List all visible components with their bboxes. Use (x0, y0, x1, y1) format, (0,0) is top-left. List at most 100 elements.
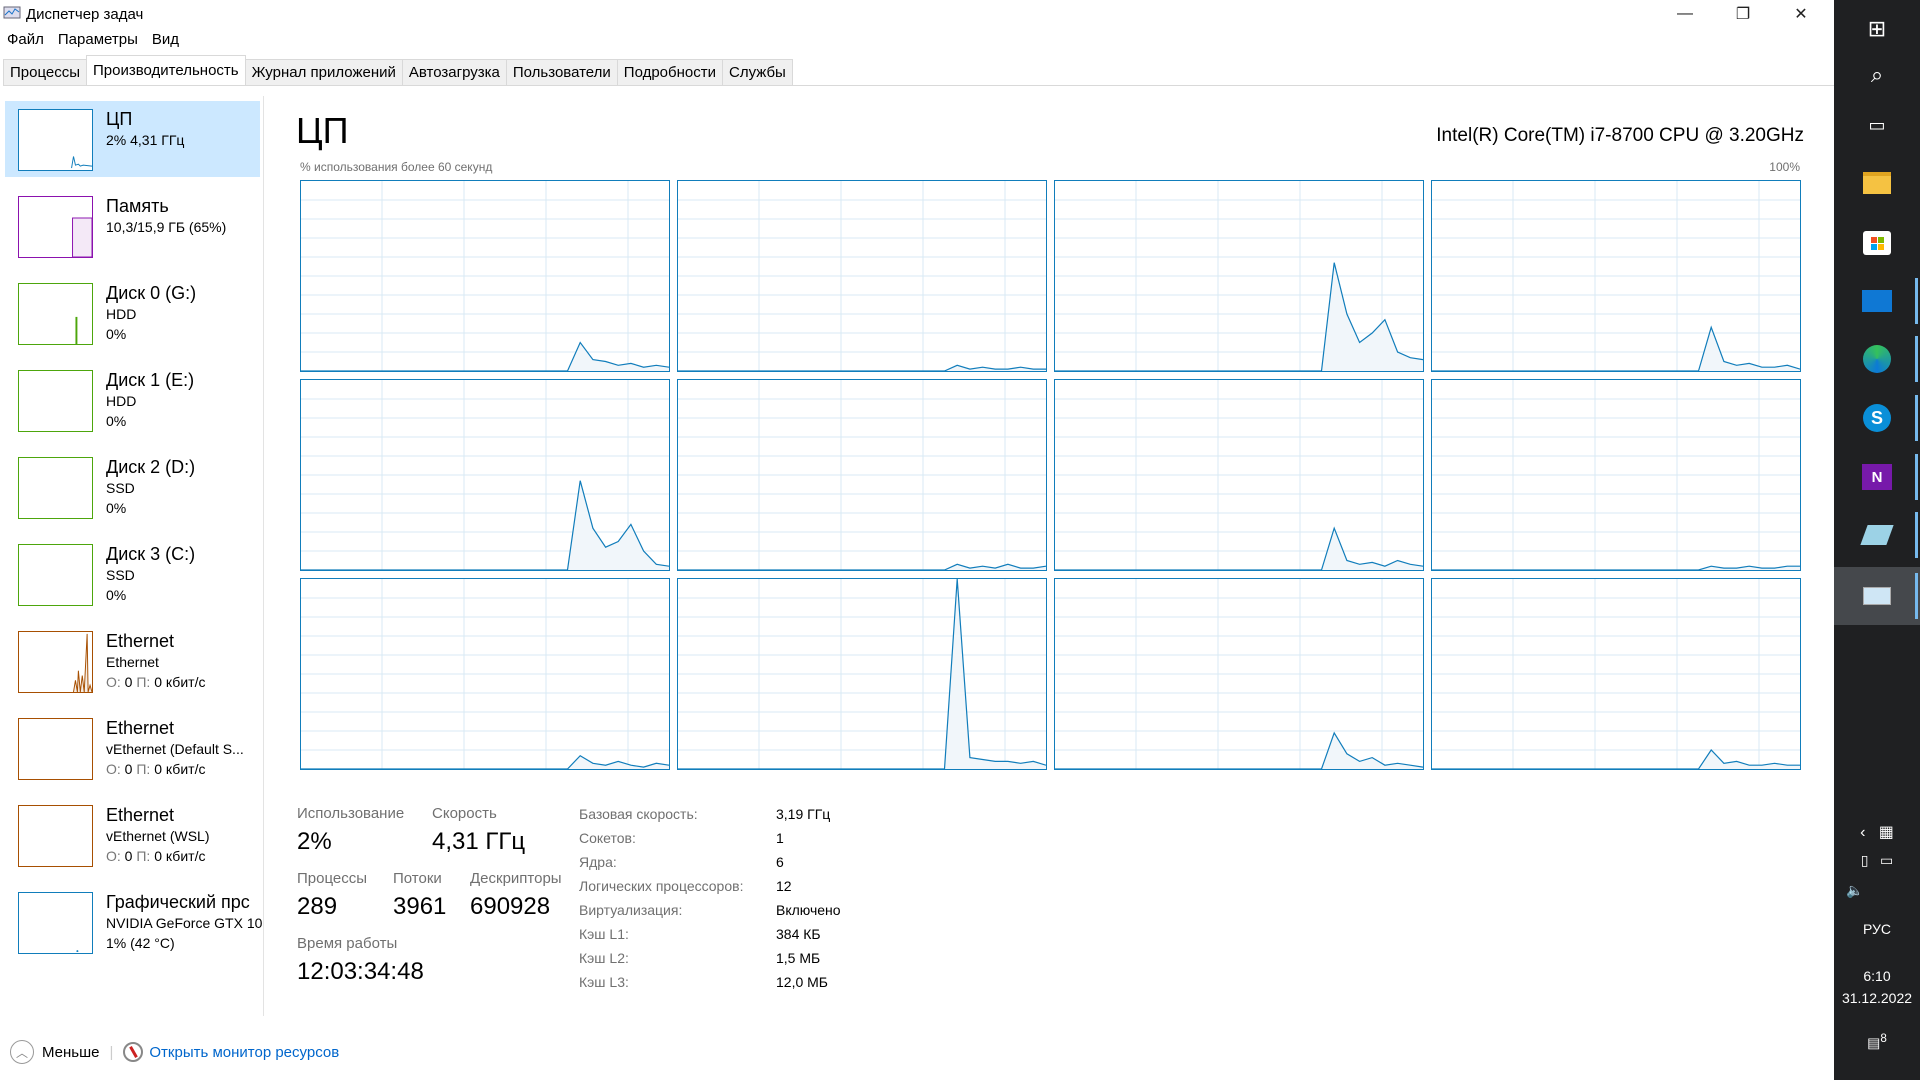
sidebar-item-detail: О: 0 П: 0 кбит/с (106, 761, 205, 777)
cpu-core-graph-2 (1054, 180, 1424, 372)
tab-processes[interactable]: Процессы (3, 59, 88, 85)
sidebar-item[interactable]: ЦП 2% 4,31 ГГц (5, 101, 260, 177)
menu-file[interactable]: Файл (7, 31, 44, 53)
microsoft-store-icon[interactable] (1834, 214, 1920, 272)
tab-services[interactable]: Службы (721, 59, 793, 85)
thumbnail-graph (18, 457, 93, 519)
speed-value: 4,31 ГГц (432, 828, 526, 855)
cpu-core-graph-8 (300, 578, 670, 770)
receive-value: 0 кбит/с (154, 848, 206, 864)
info-value: 1 (776, 830, 784, 846)
sidebar-item[interactable]: Ethernet vEthernet (WSL) О: 0 П: 0 кбит/… (5, 797, 260, 873)
open-resource-monitor-link[interactable]: Открыть монитор ресурсов (149, 1044, 339, 1061)
notepad-icon[interactable] (1834, 506, 1920, 564)
info-value: Включено (776, 902, 841, 918)
send-label: О: (106, 848, 121, 864)
sidebar-item[interactable]: Ethernet Ethernet О: 0 П: 0 кбит/с (5, 623, 260, 699)
network-icon[interactable]: ▯ ▭ (1834, 852, 1920, 869)
sidebar-item[interactable]: Память 10,3/15,9 ГБ (65%) (5, 188, 260, 264)
tab-bar: Процессы Производительность Журнал прило… (3, 55, 1834, 86)
sidebar-item-detail: 1% (42 °C) (106, 935, 175, 951)
usage-value: 2% (297, 828, 332, 855)
tray-chevron-icon[interactable]: ‹ ▦ (1834, 822, 1920, 842)
sidebar-item-subtitle: HDD (106, 306, 137, 322)
sidebar-item-subtitle: SSD (106, 480, 135, 496)
cpu-core-graph-6 (1054, 379, 1424, 571)
menu-view[interactable]: Вид (152, 31, 179, 53)
receive-label: П: (136, 674, 151, 690)
threads-value: 3961 (393, 893, 447, 920)
sidebar-item[interactable]: Диск 1 (E:) HDD 0% (5, 362, 260, 438)
language-indicator[interactable]: РУС (1834, 921, 1920, 937)
sidebar-item-title: ЦП (106, 109, 133, 129)
info-value: 3,19 ГГц (776, 806, 831, 822)
receive-value: 0 кбит/с (154, 761, 206, 777)
sidebar-item-detail: 0% (106, 326, 126, 342)
info-label: Ядра: (579, 854, 617, 870)
sidebar-item[interactable]: Ethernet vEthernet (Default S... О: 0 П:… (5, 710, 260, 786)
cpu-core-graph-10 (1054, 578, 1424, 770)
sidebar-item[interactable]: Диск 3 (C:) SSD 0% (5, 536, 260, 612)
maximize-button[interactable]: ❐ (1714, 0, 1772, 28)
minimize-button[interactable]: — (1656, 0, 1714, 28)
info-value: 1,5 МБ (776, 950, 821, 966)
edge-icon[interactable] (1834, 330, 1920, 388)
thumbnail-graph (18, 196, 93, 258)
receive-value: 0 кбит/с (154, 674, 206, 690)
clock-time[interactable]: 6:10 (1834, 968, 1920, 984)
threads-label: Потоки (393, 870, 442, 887)
onenote-icon[interactable]: N (1834, 448, 1920, 506)
tab-startup[interactable]: Автозагрузка (401, 59, 507, 85)
info-value: 12 (776, 878, 792, 894)
sidebar-item-subtitle: SSD (106, 567, 135, 583)
cpu-core-graph-3 (1431, 180, 1801, 372)
info-label: Виртуализация: (579, 902, 683, 918)
sidebar-item[interactable]: Диск 0 (G:) HDD 0% (5, 275, 260, 351)
title-bar: Диспетчер задач — ❐ ✕ (0, 0, 1834, 28)
skype-icon[interactable]: S (1834, 389, 1920, 447)
sidebar-item-title: Ethernet (106, 631, 175, 651)
tab-app-history[interactable]: Журнал приложений (244, 59, 403, 85)
processes-value: 289 (297, 893, 338, 920)
thumbnail-graph (18, 805, 93, 867)
mail-icon[interactable] (1834, 272, 1920, 330)
thumbnail-graph (18, 109, 93, 171)
task-view-icon[interactable]: ▭ (1834, 96, 1920, 154)
sidebar-item[interactable]: Диск 2 (D:) SSD 0% (5, 449, 260, 525)
sidebar-item-title: Диск 3 (C:) (106, 544, 196, 564)
close-button[interactable]: ✕ (1772, 0, 1830, 28)
processes-label: Процессы (297, 870, 368, 887)
usage-area (1055, 732, 1423, 769)
notification-icon: ▤ (1867, 1034, 1881, 1051)
sidebar-item[interactable]: Графический прс NVIDIA GeForce GTX 10 1%… (5, 884, 263, 960)
thumbnail-graph (18, 631, 93, 693)
info-value: 6 (776, 854, 784, 870)
menu-bar: Файл Параметры Вид (0, 31, 179, 53)
tab-details[interactable]: Подробности (616, 59, 723, 85)
notifications-button[interactable]: ▤8 (1834, 1032, 1920, 1052)
tab-users[interactable]: Пользователи (505, 59, 618, 85)
thumbnail-graph (18, 544, 93, 606)
info-value: 384 КБ (776, 926, 821, 942)
volume-icon[interactable]: 🔈 (1834, 882, 1920, 899)
file-explorer-icon[interactable] (1834, 154, 1920, 212)
thumbnail-graph (18, 718, 93, 780)
cpu-core-graph-11 (1431, 578, 1801, 770)
tab-performance[interactable]: Производительность (86, 55, 246, 84)
usage-area (1432, 750, 1800, 769)
graph-caption: % использования более 60 секунд (300, 160, 493, 174)
handles-label: Дескрипторы (470, 870, 562, 887)
receive-label: П: (136, 761, 151, 777)
fewer-details-button[interactable]: Меньше (42, 1044, 99, 1061)
chevron-up-icon[interactable]: ︿ (10, 1040, 34, 1064)
menu-options[interactable]: Параметры (58, 31, 138, 53)
handles-value: 690928 (470, 893, 551, 920)
task-manager-taskbar-icon[interactable] (1834, 567, 1920, 625)
clock-date[interactable]: 31.12.2022 (1834, 990, 1920, 1006)
send-value: 0 (124, 761, 133, 777)
sidebar-item-subtitle: NVIDIA GeForce GTX 10 (106, 915, 263, 931)
sidebar-item-subtitle: HDD (106, 393, 137, 409)
notification-count: 8 (1880, 1032, 1887, 1045)
sidebar-item-subtitle: 10,3/15,9 ГБ (65%) (106, 219, 227, 235)
sidebar-item-title: Диск 0 (G:) (106, 283, 197, 303)
